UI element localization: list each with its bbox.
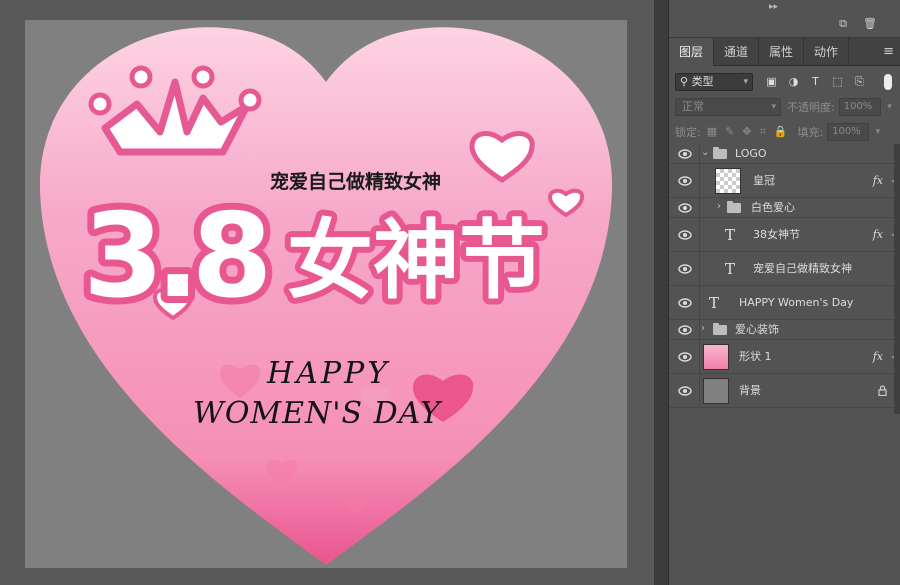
fx-icon[interactable]: fx bbox=[873, 228, 883, 242]
trash-icon[interactable]: 🗑 bbox=[863, 18, 877, 30]
layer-row[interactable]: ⌄ LOGO bbox=[669, 144, 900, 164]
big-title: 女神节 bbox=[287, 211, 545, 311]
eye-icon[interactable] bbox=[678, 385, 692, 397]
adjustment-filter-icon[interactable]: ◑ bbox=[787, 75, 800, 89]
lock-icon[interactable] bbox=[878, 384, 887, 396]
text-layer-icon: T bbox=[725, 225, 736, 244]
big-number: 3.8 bbox=[83, 189, 266, 324]
layer-row[interactable]: 形状 1 fx ⌄ bbox=[669, 340, 900, 374]
layer-name: 背景 bbox=[739, 383, 761, 397]
layer-name: 宠爱自己做精致女神 bbox=[753, 261, 852, 275]
eye-icon[interactable] bbox=[678, 324, 692, 336]
opacity-input[interactable]: 100% ▾ bbox=[838, 97, 892, 116]
lock-label: 锁定: bbox=[675, 125, 701, 139]
new-layer-icon[interactable]: ⧉ bbox=[837, 18, 849, 30]
image-filter-icon[interactable]: ▣ bbox=[765, 75, 778, 89]
type-filter-icon[interactable]: T bbox=[809, 75, 822, 89]
chevron-down-icon: ▾ bbox=[875, 126, 881, 137]
layer-filter-select[interactable]: ⚲ 类型 ▾ bbox=[675, 72, 753, 91]
panel-tabs: 图层 通道 属性 动作 ≡ bbox=[669, 38, 900, 66]
crown-logo bbox=[238, 88, 262, 112]
tab-properties[interactable]: 属性 bbox=[759, 38, 805, 66]
document-canvas[interactable]: 宠爱自己做精致女神 3.8 3.8 女神节 女神节 HAPPY WOMEN'S … bbox=[25, 20, 627, 568]
folder-icon bbox=[713, 322, 727, 335]
blend-mode-select[interactable]: 正常 ▾ bbox=[675, 97, 781, 116]
blend-row: 正常 ▾ 不透明度: 100% ▾ bbox=[669, 94, 900, 119]
folder-icon bbox=[727, 200, 741, 213]
lock-position-icon[interactable]: ✥ bbox=[742, 125, 751, 139]
fx-icon[interactable]: fx bbox=[873, 174, 883, 188]
layer-row[interactable]: T HAPPY Women's Day bbox=[669, 286, 900, 320]
tab-layers[interactable]: 图层 bbox=[669, 38, 715, 66]
layer-row[interactable]: T 宠爱自己做精致女神 bbox=[669, 252, 900, 286]
filter-row: ⚲ 类型 ▾ ▣ ◑ T ⬚ ⎘ bbox=[669, 69, 900, 94]
crown-logo bbox=[129, 65, 153, 89]
opacity-value: 100% bbox=[843, 100, 873, 112]
smart-object-filter-icon[interactable]: ⎘ bbox=[853, 75, 866, 89]
eye-icon[interactable] bbox=[678, 351, 692, 363]
layer-name: 38女神节 bbox=[753, 227, 800, 241]
panel-header: ▸▸ ⧉ 🗑 bbox=[669, 0, 900, 38]
eye-icon[interactable] bbox=[678, 175, 692, 187]
layer-name: 形状 1 bbox=[739, 349, 772, 363]
panel-menu-icon[interactable]: ≡ bbox=[883, 38, 894, 66]
layer-thumbnail bbox=[703, 377, 729, 404]
layer-thumbnail bbox=[703, 343, 729, 370]
shape-filter-icon[interactable]: ⬚ bbox=[831, 75, 844, 89]
eye-icon[interactable] bbox=[678, 229, 692, 241]
opacity-label: 不透明度: bbox=[787, 100, 835, 114]
layer-list: ⌄ LOGO 皇冠 fx ⌄ › 白色爱心 T 38女神节 fx bbox=[669, 144, 900, 408]
crown-logo bbox=[191, 65, 215, 89]
search-icon: ⚲ bbox=[680, 74, 689, 88]
chevron-down-icon: ▾ bbox=[887, 101, 892, 112]
eye-icon[interactable] bbox=[678, 202, 692, 214]
lock-all-icon[interactable]: 🔒 bbox=[774, 125, 788, 139]
chevron-down-icon: ▾ bbox=[743, 76, 748, 87]
layer-row[interactable]: 背景 bbox=[669, 374, 900, 408]
layer-list-scrollbar[interactable] bbox=[894, 144, 900, 414]
chevron-down-icon: ▾ bbox=[771, 101, 776, 112]
fill-input[interactable]: 100% ▾ bbox=[827, 122, 880, 141]
eye-icon[interactable] bbox=[678, 263, 692, 275]
chevron-down-icon[interactable]: ⌄ bbox=[701, 147, 709, 158]
tab-channels[interactable]: 通道 bbox=[714, 38, 760, 66]
document-workspace: 宠爱自己做精致女神 3.8 3.8 女神节 女神节 HAPPY WOMEN'S … bbox=[0, 0, 654, 585]
blend-mode-value: 正常 bbox=[682, 99, 704, 113]
fx-icon[interactable]: fx bbox=[873, 350, 883, 364]
happy-line-1: HAPPY bbox=[266, 356, 390, 391]
layer-name: 爱心装饰 bbox=[735, 322, 779, 336]
chevron-right-icon[interactable]: › bbox=[701, 323, 705, 334]
eye-icon[interactable] bbox=[678, 148, 692, 160]
slogan-text: 宠爱自己做精致女神 bbox=[270, 170, 441, 193]
layer-name: 皇冠 bbox=[753, 173, 775, 187]
collapse-panel-icon[interactable]: ▸▸ bbox=[769, 2, 778, 12]
layers-panel: ▸▸ ⧉ 🗑 图层 通道 属性 动作 ≡ ⚲ 类型 ▾ ▣ ◑ T ⬚ ⎘ 正常… bbox=[668, 0, 900, 585]
layer-thumbnail bbox=[715, 167, 741, 194]
text-layer-icon: T bbox=[709, 293, 720, 312]
layer-row[interactable]: T 38女神节 fx ⌄ bbox=[669, 218, 900, 252]
chevron-right-icon[interactable]: › bbox=[717, 201, 721, 212]
lock-artboard-icon[interactable]: ⌗ bbox=[760, 125, 766, 139]
layer-name: 白色爱心 bbox=[751, 200, 795, 214]
fill-label: 填充: bbox=[797, 125, 824, 139]
filter-toggle[interactable] bbox=[884, 74, 892, 90]
fill-value: 100% bbox=[832, 125, 861, 137]
panel-divider[interactable] bbox=[654, 0, 668, 585]
layer-row[interactable]: › 白色爱心 bbox=[669, 198, 900, 218]
text-layer-icon: T bbox=[725, 259, 736, 278]
lock-row: 锁定: ▦ ✎ ✥ ⌗ 🔒 填充: 100% ▾ bbox=[669, 119, 900, 144]
lock-transparent-icon[interactable]: ▦ bbox=[707, 125, 717, 139]
filter-kind-label: 类型 bbox=[691, 74, 714, 88]
layer-row[interactable]: 皇冠 fx ⌄ bbox=[669, 164, 900, 198]
folder-icon bbox=[713, 146, 727, 159]
artwork: 宠爱自己做精致女神 3.8 3.8 女神节 女神节 HAPPY WOMEN'S … bbox=[39, 27, 613, 565]
layer-row[interactable]: › 爱心装饰 bbox=[669, 320, 900, 340]
happy-line-2: WOMEN'S DAY bbox=[193, 396, 443, 431]
eye-icon[interactable] bbox=[678, 297, 692, 309]
lock-image-icon[interactable]: ✎ bbox=[725, 125, 734, 139]
tab-actions[interactable]: 动作 bbox=[804, 38, 850, 66]
crown-logo bbox=[88, 92, 112, 116]
layer-name: LOGO bbox=[735, 146, 767, 160]
layer-name: HAPPY Women's Day bbox=[739, 295, 854, 309]
